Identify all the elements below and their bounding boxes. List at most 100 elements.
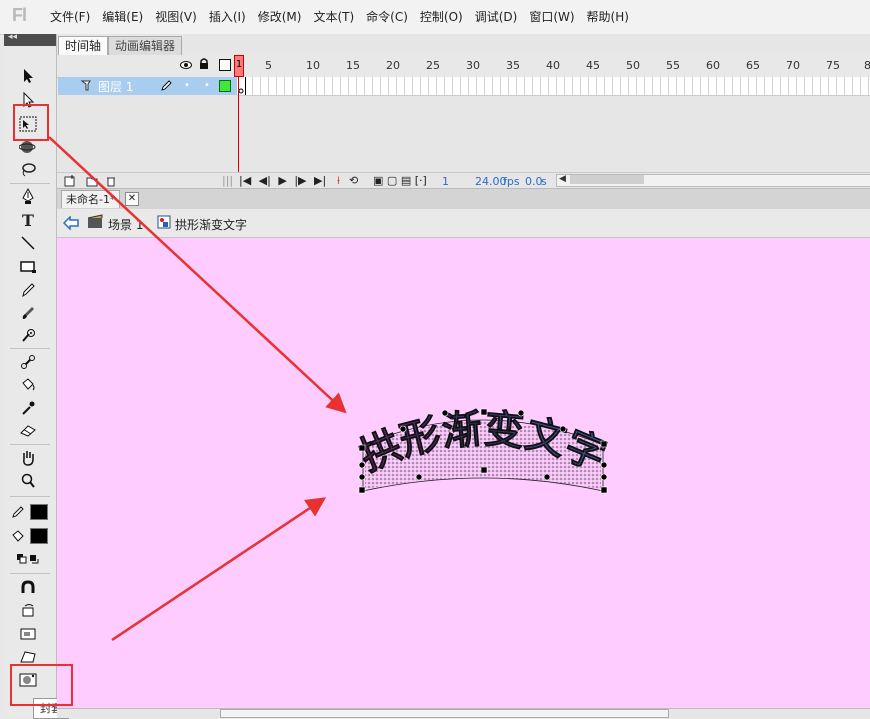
go-to-first-icon[interactable]: |◀ — [239, 174, 251, 187]
deco-tool-icon[interactable] — [14, 326, 42, 346]
ruler-label: 15 — [346, 59, 360, 72]
menu-modify[interactable]: 修改(M) — [252, 0, 308, 34]
menu-edit[interactable]: 编辑(E) — [96, 0, 149, 34]
timeline-empty-area — [237, 96, 870, 172]
menu-debug[interactable]: 调试(D) — [469, 0, 524, 34]
outline-icon[interactable] — [219, 59, 231, 71]
tab-motion-editor[interactable]: 动画编辑器 — [108, 36, 183, 55]
eye-icon[interactable] — [180, 59, 192, 73]
center-frame-icon[interactable]: ⟊ — [337, 174, 340, 188]
fps-unit: fps — [503, 175, 520, 188]
menu-insert[interactable]: 插入(I) — [203, 0, 252, 34]
graphic-symbol-icon — [157, 215, 171, 232]
stroke-color-icon[interactable] — [10, 502, 26, 522]
tab-timeline[interactable]: 时间轴 — [58, 36, 109, 55]
ruler-label: 45 — [586, 59, 600, 72]
outline-color-swatch[interactable] — [219, 80, 231, 92]
eyedropper-tool-icon[interactable] — [14, 398, 42, 418]
fps-value[interactable]: 24.00 — [475, 175, 507, 188]
lock-dot[interactable]: • — [204, 80, 210, 91]
document-tab[interactable]: 未命名-1* — [61, 190, 121, 208]
fill-color-swatch[interactable] — [30, 528, 48, 544]
ruler-label: 60 — [706, 59, 720, 72]
menu-window[interactable]: 窗口(W) — [523, 0, 580, 34]
frame-ruler[interactable]: 1 5 10 15 20 25 30 35 40 45 50 55 60 65 … — [237, 55, 870, 77]
bone-tool-icon[interactable] — [14, 352, 42, 372]
symbol-label[interactable]: 拱形渐变文字 — [175, 216, 247, 233]
back-arrow-icon[interactable] — [62, 215, 79, 233]
visibility-dot[interactable]: • — [184, 80, 190, 91]
tool-divider — [10, 183, 50, 184]
ruler-label: 20 — [386, 59, 400, 72]
ruler-label: 65 — [746, 59, 760, 72]
text-tool-icon[interactable]: T — [14, 210, 42, 230]
pencil-tool-icon[interactable] — [14, 280, 42, 300]
swap-colors-icon[interactable] — [14, 549, 42, 569]
tool-divider — [10, 496, 50, 497]
brush-tool-icon[interactable] — [14, 303, 42, 323]
rectangle-tool-icon[interactable] — [14, 257, 42, 277]
onion-skin-icons: ▣ ▢ ▤ [·] — [373, 174, 427, 187]
onion-skin-icon[interactable]: ▣ — [373, 174, 383, 187]
fill-color-icon[interactable] — [10, 526, 26, 546]
line-tool-icon[interactable] — [14, 233, 42, 253]
onion-markers-icon[interactable]: [·] — [415, 174, 427, 187]
menu-control[interactable]: 控制(O) — [414, 0, 469, 34]
onion-outline-icon[interactable]: ▢ — [387, 174, 397, 187]
ruler-label: 5 — [265, 59, 272, 72]
layer-frames[interactable] — [237, 77, 870, 96]
go-to-last-icon[interactable]: ▶| — [314, 174, 326, 187]
hand-tool-icon[interactable] — [14, 448, 42, 468]
loop-icon[interactable]: ⟲ — [349, 174, 358, 187]
menu-commands[interactable]: 命令(C) — [360, 0, 414, 34]
scene-icon — [87, 214, 103, 233]
tools-panel-header[interactable]: ◂◂ — [4, 32, 56, 46]
close-icon[interactable]: ✕ — [125, 192, 139, 206]
menu-help[interactable]: 帮助(H) — [581, 0, 635, 34]
stroke-color-swatch[interactable] — [30, 504, 48, 520]
scene-label[interactable]: 场景 1 — [108, 216, 143, 233]
pen-tool-icon[interactable] — [14, 187, 42, 207]
pencil-icon — [160, 79, 172, 94]
timeline-scroll-thumb[interactable] — [570, 175, 644, 184]
app-logo: Fl — [12, 5, 27, 25]
selection-tool-icon[interactable] — [14, 66, 42, 86]
tool-divider — [10, 348, 50, 349]
edit-multiple-frames-icon[interactable]: ▤ — [401, 174, 411, 187]
ruler-label: 40 — [546, 59, 560, 72]
snap-to-objects-icon[interactable] — [14, 578, 42, 598]
menu-text[interactable]: 文本(T) — [307, 0, 360, 34]
menu-view[interactable]: 视图(V) — [149, 0, 203, 34]
step-back-icon[interactable]: ◀| — [259, 174, 271, 187]
ruler-label: 75 — [826, 59, 840, 72]
layer-name[interactable]: 图层 1 — [98, 78, 133, 95]
lock-icon[interactable] — [199, 58, 209, 73]
highlight-box-free-transform — [13, 104, 49, 141]
step-forward-icon[interactable]: |▶ — [294, 174, 306, 187]
time-value[interactable]: 0.0 — [525, 175, 543, 188]
ruler-label: 55 — [666, 59, 680, 72]
menu-file[interactable]: 文件(F) — [44, 0, 96, 34]
layer-row[interactable]: 图层 1 • • — [58, 77, 237, 95]
rotate-skew-icon[interactable] — [14, 601, 42, 621]
eraser-tool-icon[interactable] — [14, 421, 42, 441]
lasso-tool-icon[interactable] — [14, 160, 42, 180]
time-unit: s — [541, 175, 547, 188]
play-icon[interactable]: ▶ — [278, 174, 286, 187]
menu-items: 文件(F) 编辑(E) 视图(V) 插入(I) 修改(M) 文本(T) 命令(C… — [44, 0, 635, 34]
envelope-text-object[interactable]: 拱形渐变文字 — [355, 405, 613, 501]
playhead[interactable]: 1 — [234, 55, 244, 77]
paint-bucket-tool-icon[interactable] — [14, 375, 42, 395]
highlight-box-envelope — [10, 664, 73, 706]
ruler-label: 10 — [306, 59, 320, 72]
current-frame-value[interactable]: 1 — [442, 175, 449, 188]
layer-icon — [80, 79, 92, 94]
ruler-label: 30 — [466, 59, 480, 72]
collapse-icon[interactable]: ◂◂ — [8, 32, 17, 42]
zoom-tool-icon[interactable] — [14, 471, 42, 491]
playback-controls: |◀ ◀| ▶ |▶ ▶| — [239, 174, 326, 187]
scroll-left-arrow-icon[interactable]: ◀ — [559, 174, 566, 184]
resize-grip[interactable]: ||| — [222, 174, 233, 187]
ruler-label: 8 — [864, 59, 870, 72]
scale-icon[interactable] — [14, 624, 42, 644]
